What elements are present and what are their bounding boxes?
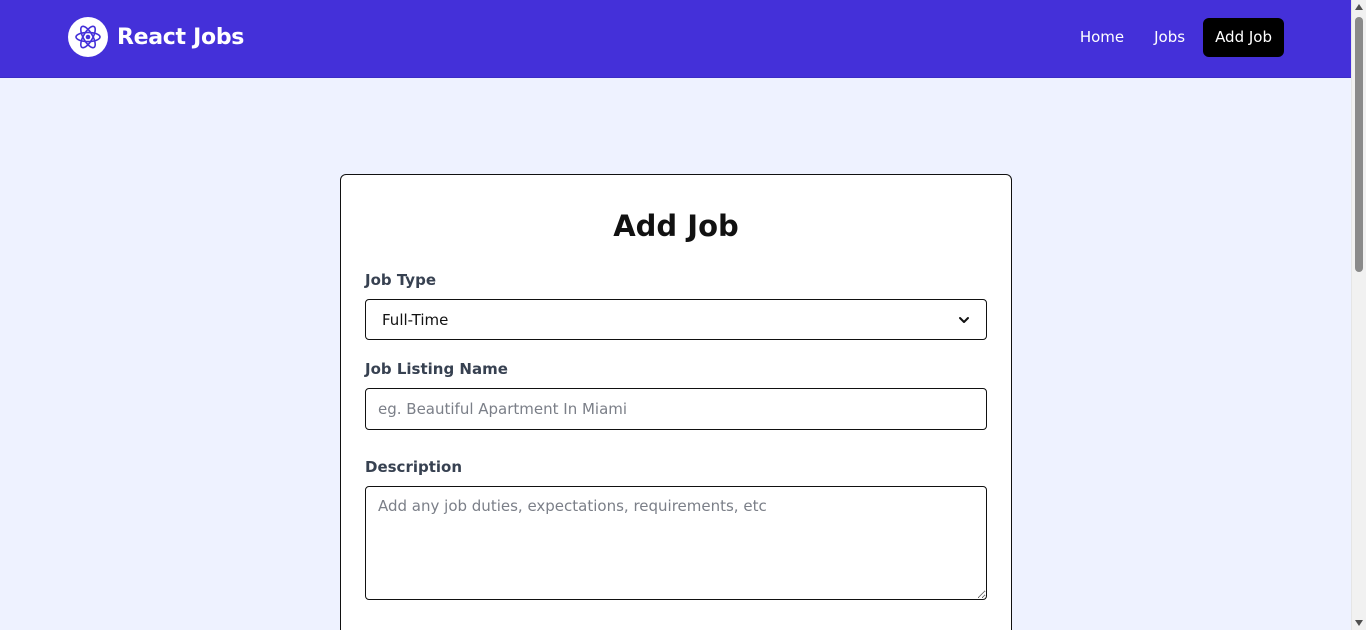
job-type-selected-value: Full-Time <box>382 310 449 329</box>
chevron-down-icon <box>959 316 969 323</box>
page-scrollbar[interactable] <box>1351 0 1366 630</box>
brand-link[interactable]: React Jobs <box>68 17 244 57</box>
react-atom-icon <box>68 17 108 57</box>
listing-name-label: Job Listing Name <box>365 360 508 378</box>
nav-link-add-job[interactable]: Add Job <box>1203 18 1284 57</box>
nav-link-home[interactable]: Home <box>1068 18 1136 57</box>
nav-links: Home Jobs Add Job <box>1068 18 1284 57</box>
brand-name: React Jobs <box>117 24 245 50</box>
scroll-thumb[interactable] <box>1355 17 1363 272</box>
navbar: React Jobs Home Jobs Add Job <box>0 0 1351 78</box>
job-type-select[interactable]: Full-Time <box>365 299 987 340</box>
job-type-label: Job Type <box>365 271 436 289</box>
nav-link-jobs[interactable]: Jobs <box>1142 18 1197 57</box>
scroll-down-arrow-icon[interactable] <box>1355 620 1363 626</box>
page-title: Add Job <box>613 209 739 243</box>
add-job-form-card: Add Job Job Type Full-Time Job Listing N… <box>340 174 1012 630</box>
description-label: Description <box>365 458 463 476</box>
description-textarea[interactable] <box>365 486 987 600</box>
listing-name-input[interactable] <box>365 388 987 430</box>
scroll-up-arrow-icon[interactable] <box>1355 4 1363 10</box>
